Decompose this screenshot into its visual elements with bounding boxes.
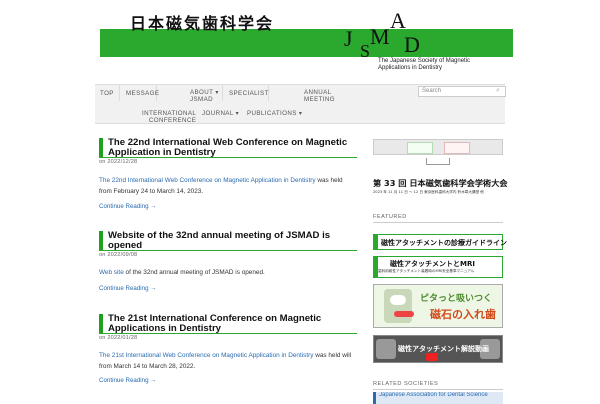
featured-magnet-denture-banner[interactable]: ピタっと吸いつく 磁石の入れ歯: [373, 284, 503, 328]
nav-divider: [222, 84, 223, 101]
nav-item-specialist[interactable]: SPECIALIST: [229, 90, 269, 97]
continue-reading-link[interactable]: Continue Reading →: [99, 377, 156, 384]
site-title-jp: 日本磁気歯科学会: [130, 14, 275, 33]
nav-item-publications[interactable]: PUBLICATIONS ▾: [247, 110, 302, 117]
banner-decoration: [407, 142, 433, 154]
post-link[interactable]: Web site: [99, 269, 124, 276]
logo-letter-m: M: [370, 24, 390, 49]
post-title[interactable]: Website of the 32nd annual meeting of JS…: [99, 231, 362, 251]
site-subtitle-line2: Applications in Dentistry: [378, 65, 443, 71]
featured-video-banner[interactable]: 磁性アタッチメント解説動画: [373, 335, 503, 363]
logo-letter-s: S: [360, 41, 371, 61]
featured-magnet-label-2: 磁石の入れ歯: [430, 308, 496, 321]
post-divider: [99, 250, 357, 251]
logo-letter-a: A: [390, 8, 406, 33]
nav-item-intl-line2: CONFERENCE: [148, 117, 197, 124]
site-subtitle-line1: The Japanese Society of Magnetic: [378, 58, 471, 64]
post-date: on 2022/09/08: [99, 252, 138, 258]
continue-reading-link[interactable]: Continue Reading →: [99, 285, 156, 292]
nav-divider: [119, 84, 120, 101]
related-divider: [373, 389, 503, 390]
featured-mri-sub: 歯科用磁性アタッチメント装着時のMRI安全基準マニュアル: [378, 269, 475, 273]
play-icon: [426, 353, 438, 361]
featured-mri-banner[interactable]: 磁性アタッチメントとMRI 歯科用磁性アタッチメント装着時のMRI安全基準マニュ…: [373, 256, 503, 278]
post-link[interactable]: The 21st International Web Conference on…: [99, 352, 313, 359]
nav-item-about-line1: ABOUT ▾: [190, 89, 219, 96]
search-input[interactable]: Search: [418, 86, 506, 97]
featured-mri-label: 磁性アタッチメントとMRI: [390, 260, 475, 268]
featured-guideline-label: 磁性アタッチメントの診療ガイドライン: [381, 239, 507, 247]
featured-guideline-banner[interactable]: 磁性アタッチメントの診療ガイドライン: [373, 234, 507, 250]
featured-heading: FEATURED: [373, 214, 407, 220]
nav-item-annual-line1: ANNUAL: [304, 89, 332, 96]
post-divider: [99, 333, 357, 334]
nav-item-message[interactable]: MESSAGE: [126, 90, 159, 97]
post-excerpt: The 21st International Web Conference on…: [99, 350, 357, 372]
post-excerpt-text: of the 32nd annual meeting of JSMAD is o…: [123, 269, 265, 276]
related-society-link[interactable]: Japanese Association for Dental Science: [373, 392, 503, 404]
nav-item-about[interactable]: ABOUT ▾ JSMAD: [190, 89, 219, 103]
logo-letter-d: D: [404, 32, 420, 57]
banner-slider-indicator[interactable]: [426, 158, 450, 165]
nav-item-intl-line1: INTERNATIONAL: [142, 110, 197, 117]
nav-item-about-line2: JSMAD: [190, 96, 213, 103]
search-icon[interactable]: ⌕: [496, 87, 500, 95]
continue-reading-link[interactable]: Continue Reading →: [99, 203, 156, 210]
featured-video-label: 磁性アタッチメント解説動画: [398, 345, 489, 353]
logo-letter-j: J: [344, 26, 353, 51]
nav-item-annual-line2: MEETING: [304, 96, 335, 103]
nav-item-annual-meeting[interactable]: ANNUAL MEETING: [304, 89, 335, 103]
face-illustration: [390, 295, 406, 305]
nav-item-international-conference[interactable]: INTERNATIONAL CONFERENCE: [142, 110, 196, 124]
banner-accent: [374, 257, 378, 277]
related-societies-heading: RELATED SOCIETIES: [373, 381, 439, 387]
post-link[interactable]: The 22nd International Web Conference on…: [99, 177, 316, 184]
denture-illustration: [394, 311, 414, 317]
post-date: on 2022/12/28: [99, 159, 138, 165]
banner-decoration: [444, 142, 470, 154]
meeting-banner-top[interactable]: [373, 139, 503, 155]
post-excerpt: The 22nd International Web Conference on…: [99, 175, 357, 197]
site-banner[interactable]: 日本磁気歯科学会 J S M A D The Japanese Society …: [100, 0, 513, 80]
nav-item-top[interactable]: TOP: [100, 90, 114, 97]
featured-magnet-label-1: ピタっと吸いつく: [420, 294, 493, 304]
post-date: on 2022/01/28: [99, 335, 138, 341]
post-title[interactable]: The 21st International Conference on Mag…: [99, 314, 362, 334]
post-divider: [99, 157, 357, 158]
site-subtitle: The Japanese Society of Magnetic Applica…: [378, 58, 470, 72]
nav-item-journal[interactable]: JOURNAL ▾: [202, 110, 239, 117]
banner-accent: [374, 235, 378, 249]
featured-divider: [373, 222, 503, 223]
post-title[interactable]: The 22nd International Web Conference on…: [99, 138, 362, 158]
meeting-subtitle: 2023 年 11 月 11 日 ～ 12 日 東京医科歯科大学内 鈴木章大講堂…: [373, 190, 484, 194]
video-thumbnail: [376, 339, 396, 359]
meeting-title[interactable]: 第 33 回 日本磁気歯科学会学術大会: [373, 177, 508, 189]
post-excerpt: Web site of the 32nd annual meeting of J…: [99, 267, 357, 278]
